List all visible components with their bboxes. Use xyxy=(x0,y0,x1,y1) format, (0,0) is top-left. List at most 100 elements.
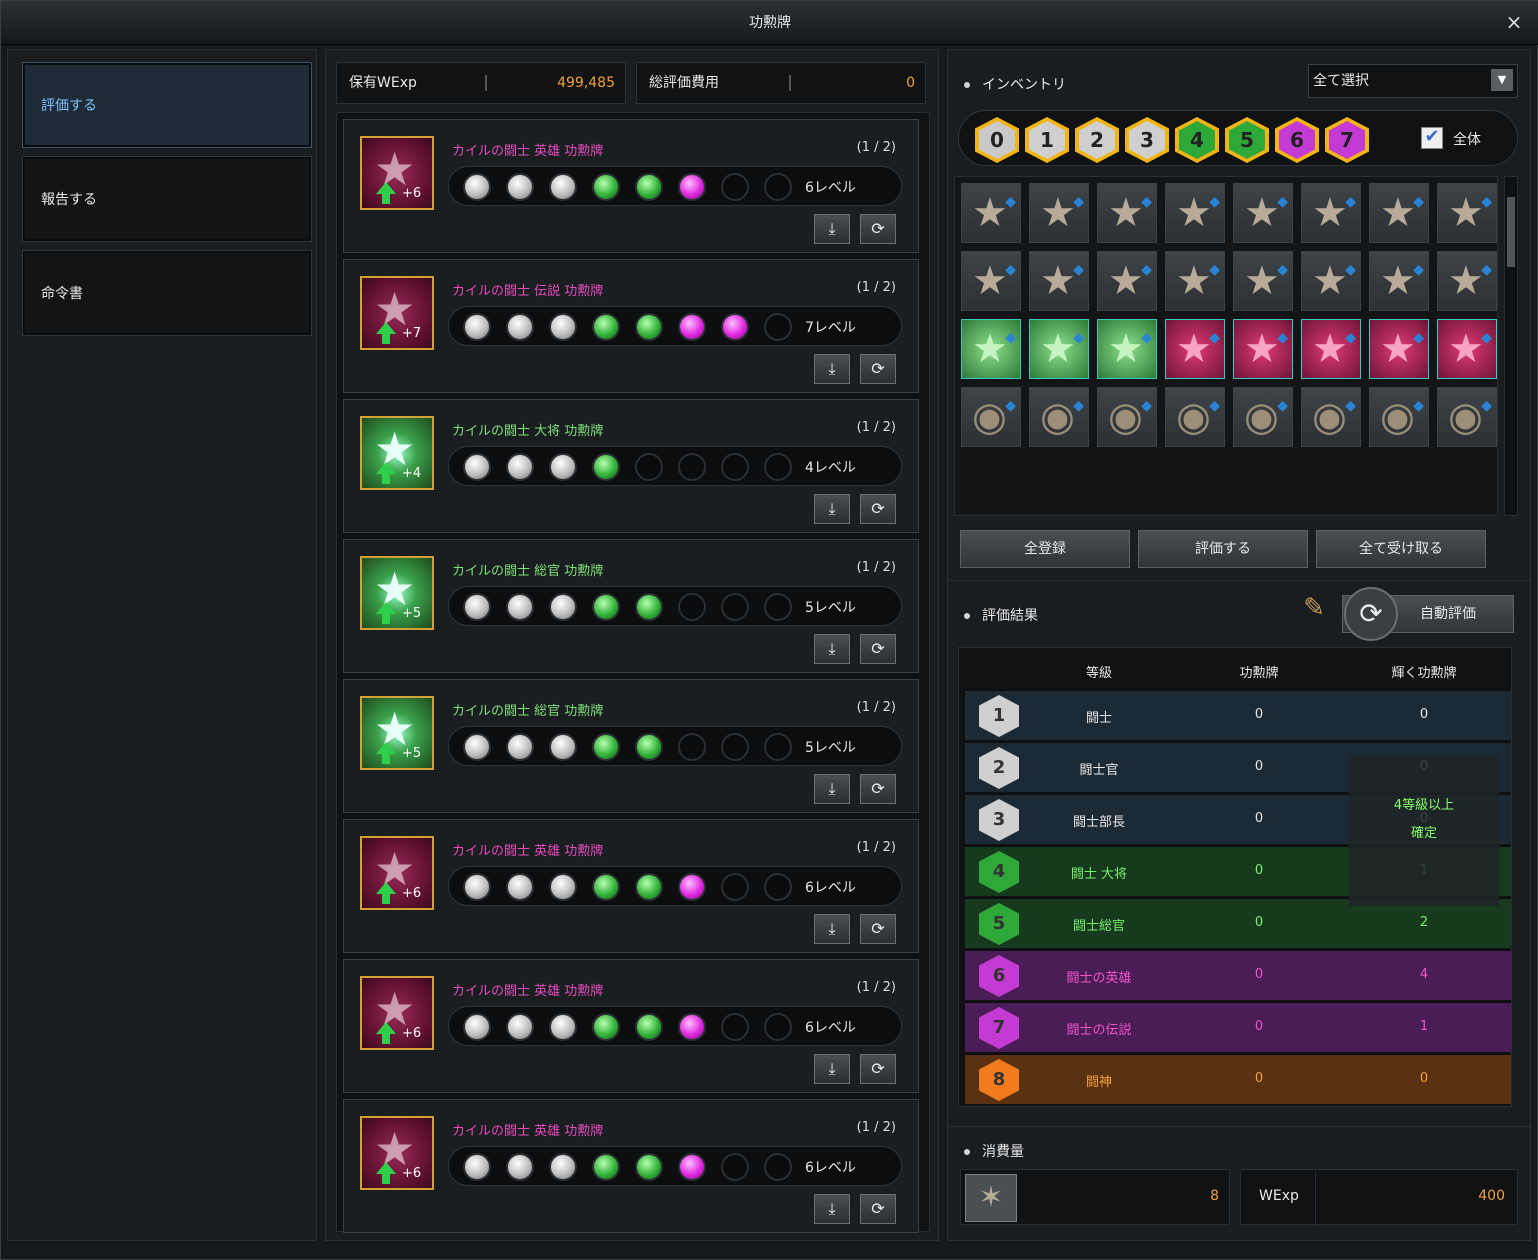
level-dot xyxy=(635,733,663,761)
level-dot xyxy=(635,313,663,341)
register-button[interactable]: ⤓ xyxy=(814,494,850,524)
inventory-slot[interactable]: ★ ◆ xyxy=(1437,183,1497,243)
inventory-slot[interactable]: ★ ◆ xyxy=(1233,183,1293,243)
register-button[interactable]: ⤓ xyxy=(814,914,850,944)
reset-button[interactable]: ⟳ xyxy=(860,914,896,944)
coin-icon: ◉ xyxy=(1244,394,1279,440)
medal-icon[interactable]: ★ +6 xyxy=(360,1116,434,1190)
inventory-slot[interactable]: ◉ ◆ xyxy=(961,387,1021,447)
register-all-button[interactable]: 全登録 xyxy=(960,530,1130,568)
medal-icon[interactable]: ★ +5 xyxy=(360,696,434,770)
inventory-slot[interactable]: ★ ◆ xyxy=(1097,251,1157,311)
info-scroll-icon[interactable]: ✎ xyxy=(1294,593,1334,633)
inventory-slot[interactable]: ★ ◆ xyxy=(1165,183,1225,243)
medal-level: 7レベル xyxy=(805,320,856,336)
inventory-slot[interactable]: ★ ◆ xyxy=(1437,319,1497,379)
reset-button[interactable]: ⟳ xyxy=(860,634,896,664)
refresh-icon[interactable]: ⟳ xyxy=(1344,587,1398,641)
reset-button[interactable]: ⟳ xyxy=(860,354,896,384)
level-dot xyxy=(506,173,534,201)
tag-icon: ◆ xyxy=(1277,398,1288,414)
inventory-slot[interactable]: ◉ ◆ xyxy=(1369,387,1429,447)
inventory-slot[interactable]: ★ ◆ xyxy=(961,183,1021,243)
inventory-slot[interactable]: ★ ◆ xyxy=(1097,183,1157,243)
close-icon[interactable]: × xyxy=(1503,11,1525,33)
title-bar: 功勲牌 × xyxy=(1,1,1538,45)
level-dot xyxy=(764,313,792,341)
level-dot xyxy=(764,873,792,901)
reset-button[interactable]: ⟳ xyxy=(860,1194,896,1224)
register-button[interactable]: ⤓ xyxy=(814,1054,850,1084)
nav-report[interactable]: 報告する xyxy=(22,156,312,242)
inventory-slot[interactable]: ★ ◆ xyxy=(1437,251,1497,311)
tier-filter-6[interactable]: 6 xyxy=(1275,117,1319,163)
chevron-down-icon[interactable]: ▼ xyxy=(1491,69,1513,91)
tag-icon: ◆ xyxy=(1141,194,1152,210)
tag-icon: ◆ xyxy=(1481,194,1492,210)
grade-badge: 4 xyxy=(979,851,1019,893)
tag-icon: ◆ xyxy=(1209,262,1220,278)
register-button[interactable]: ⤓ xyxy=(814,774,850,804)
inventory-slot[interactable]: ◉ ◆ xyxy=(1233,387,1293,447)
level-dot xyxy=(463,313,491,341)
reset-button[interactable]: ⟳ xyxy=(860,494,896,524)
tier-label: 0 xyxy=(979,121,1015,159)
reset-button[interactable]: ⟳ xyxy=(860,774,896,804)
inventory-slot[interactable]: ★ ◆ xyxy=(1097,319,1157,379)
inventory-slot[interactable]: ★ ◆ xyxy=(1165,319,1225,379)
medal-icon[interactable]: ★ +6 xyxy=(360,976,434,1050)
register-button[interactable]: ⤓ xyxy=(814,634,850,664)
inventory-slot[interactable]: ★ ◆ xyxy=(961,319,1021,379)
medal-icon[interactable]: ★ +5 xyxy=(360,556,434,630)
nav-orders[interactable]: 命令書 xyxy=(22,250,312,336)
tier-filter-5[interactable]: 5 xyxy=(1225,117,1269,163)
medal-icon[interactable]: ★ +6 xyxy=(360,836,434,910)
medal-icon[interactable]: ★ +7 xyxy=(360,276,434,350)
inventory-slot[interactable]: ★ ◆ xyxy=(1233,251,1293,311)
evaluate-button[interactable]: 評価する xyxy=(1138,530,1308,568)
tier-filter-1[interactable]: 1 xyxy=(1025,117,1069,163)
inventory-slot[interactable]: ★ ◆ xyxy=(1369,183,1429,243)
inventory-slot[interactable]: ★ ◆ xyxy=(1301,251,1361,311)
inventory-slot[interactable]: ◉ ◆ xyxy=(1437,387,1497,447)
inventory-scrollbar[interactable] xyxy=(1504,176,1518,516)
receive-all-button[interactable]: 全て受け取る xyxy=(1316,530,1486,568)
register-button[interactable]: ⤓ xyxy=(814,354,850,384)
inventory-slot[interactable]: ★ ◆ xyxy=(1029,251,1089,311)
inventory-slot[interactable]: ★ ◆ xyxy=(1165,251,1225,311)
tier-filter-0[interactable]: 0 xyxy=(975,117,1019,163)
tier-filter-7[interactable]: 7 xyxy=(1325,117,1369,163)
inventory-slot[interactable]: ★ ◆ xyxy=(1029,319,1089,379)
medal-icon[interactable]: ★ +4 xyxy=(360,416,434,490)
tier-filter-4[interactable]: 4 xyxy=(1175,117,1219,163)
medal-level: 5レベル xyxy=(805,600,856,616)
tier-filter-3[interactable]: 3 xyxy=(1125,117,1169,163)
medal-icon[interactable]: ★ +6 xyxy=(360,136,434,210)
nav-evaluate[interactable]: 評価する xyxy=(22,62,312,148)
inventory-slot[interactable]: ★ ◆ xyxy=(1029,183,1089,243)
inventory-slot[interactable]: ★ ◆ xyxy=(1301,183,1361,243)
reset-button[interactable]: ⟳ xyxy=(860,1054,896,1084)
inventory-slot[interactable]: ◉ ◆ xyxy=(1165,387,1225,447)
inventory-slot[interactable]: ★ ◆ xyxy=(1301,319,1361,379)
level-dot xyxy=(549,1153,577,1181)
inventory-slot[interactable]: ◉ ◆ xyxy=(1301,387,1361,447)
all-checkbox[interactable]: ✔ xyxy=(1421,127,1443,149)
scroll-thumb[interactable] xyxy=(1507,197,1515,267)
tier-filter-2[interactable]: 2 xyxy=(1075,117,1119,163)
medal-count: (1 / 2) xyxy=(856,140,896,155)
inventory-slot[interactable]: ★ ◆ xyxy=(1369,251,1429,311)
inventory-slot[interactable]: ◉ ◆ xyxy=(1097,387,1157,447)
medal-name: カイルの闘士 総官 功勲牌 xyxy=(452,564,604,579)
inventory-slot[interactable]: ★ ◆ xyxy=(1369,319,1429,379)
tag-icon: ◆ xyxy=(1073,194,1084,210)
inventory-slot[interactable]: ★ ◆ xyxy=(1233,319,1293,379)
medal-plus: +4 xyxy=(402,466,422,481)
inventory-slot[interactable]: ★ ◆ xyxy=(961,251,1021,311)
reset-button[interactable]: ⟳ xyxy=(860,214,896,244)
refresh-icon: ⟳ xyxy=(871,639,885,658)
inventory-slot[interactable]: ◉ ◆ xyxy=(1029,387,1089,447)
register-button[interactable]: ⤓ xyxy=(814,214,850,244)
filter-select[interactable]: 全て選択 ▼ xyxy=(1308,64,1518,98)
register-button[interactable]: ⤓ xyxy=(814,1194,850,1224)
